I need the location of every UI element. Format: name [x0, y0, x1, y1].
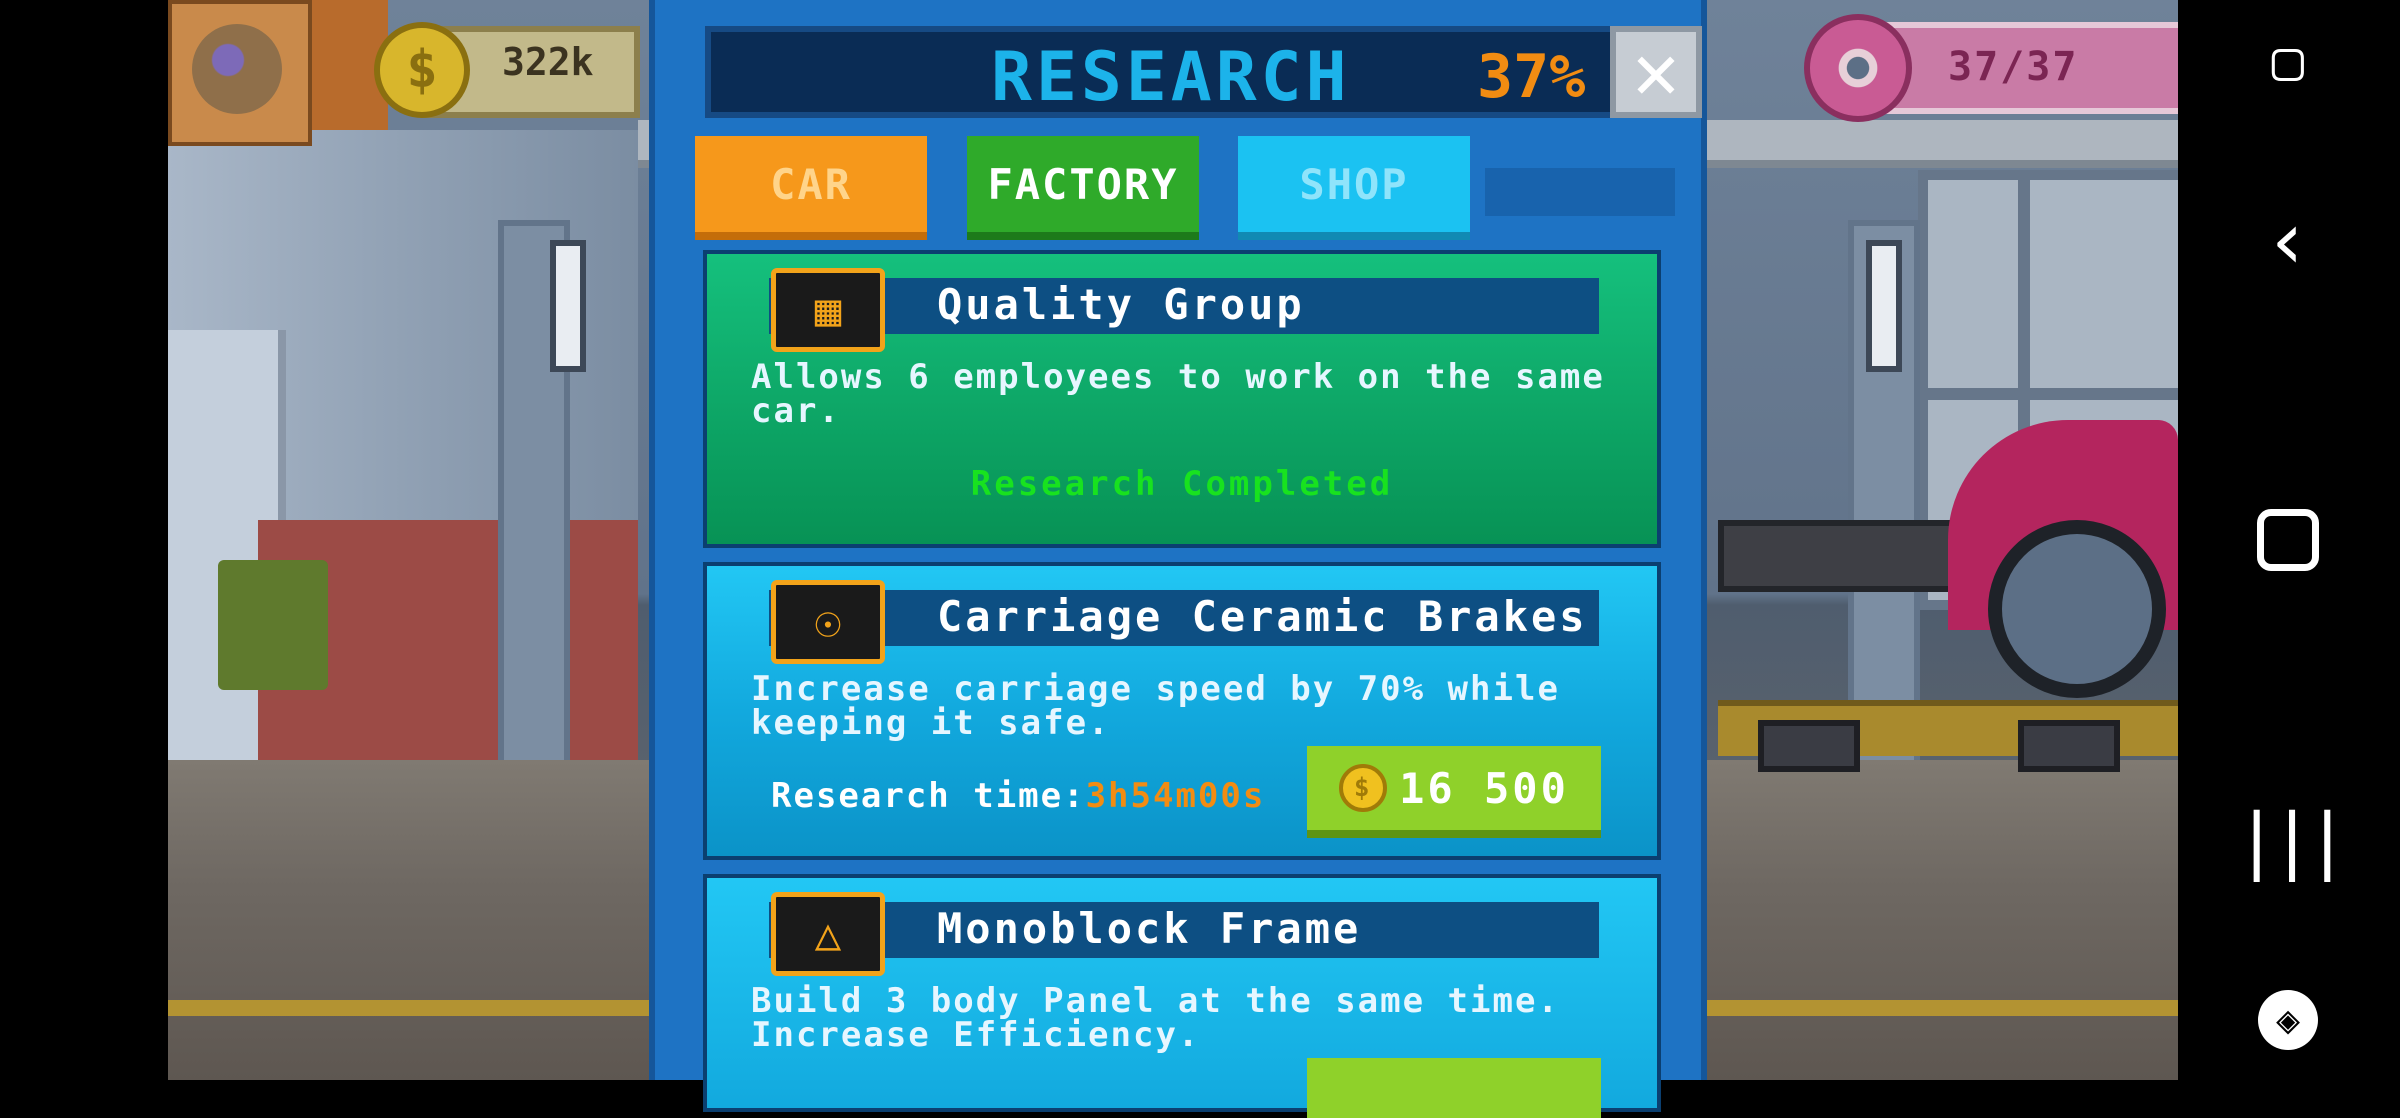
- home-button[interactable]: [2248, 500, 2328, 580]
- system-navigation-bar: ▢ ‹ ||| ◈: [2178, 0, 2400, 1080]
- card-description: Increase carriage speed by 70% while kee…: [751, 669, 1560, 743]
- buy-research-button[interactable]: [1307, 1058, 1601, 1118]
- employees-icon: ▦: [771, 268, 885, 352]
- research-price: 16 500: [1399, 763, 1569, 813]
- car-frame-icon: △: [771, 892, 885, 976]
- card-title: Carriage Ceramic Brakes: [937, 592, 1588, 641]
- research-item-ceramic-brakes[interactable]: ☉ Carriage Ceramic Brakes Increase carri…: [703, 562, 1661, 860]
- tab-strip-decor: [1485, 168, 1675, 216]
- research-item-quality-group[interactable]: ▦ Quality Group Allows 6 employees to wo…: [703, 250, 1661, 548]
- dollar-coin-icon: $: [374, 22, 470, 118]
- donut-value: 37/37: [1948, 44, 2079, 90]
- close-icon: ✕: [1632, 27, 1680, 117]
- wall-lamp: [1866, 240, 1902, 372]
- wall-lamp: [550, 240, 586, 372]
- card-title: Monoblock Frame: [937, 904, 1362, 953]
- coin-icon: $: [1339, 764, 1388, 812]
- assembly-machine: [1718, 520, 1970, 592]
- money-value: 322k: [502, 40, 594, 84]
- worker-avatar[interactable]: [168, 0, 312, 146]
- home-icon: [2257, 509, 2319, 571]
- rail-cart: [2018, 720, 2120, 772]
- research-time: Research time:3h54m00s: [771, 776, 1265, 816]
- research-time-label: Research time:: [771, 776, 1086, 816]
- tab-factory[interactable]: FACTORY: [967, 136, 1199, 240]
- screenshot-touch-icon[interactable]: ▢: [2248, 20, 2328, 100]
- card-description: Allows 6 employees to work on the same c…: [751, 357, 1605, 431]
- brake-disc-icon: ☉: [771, 580, 885, 664]
- game-tools-button[interactable]: ◈: [2248, 980, 2328, 1060]
- back-icon[interactable]: ‹: [2248, 194, 2328, 287]
- tab-car[interactable]: CAR: [695, 136, 927, 240]
- research-item-monoblock-frame[interactable]: △ Monoblock Frame Build 3 body Panel at …: [703, 874, 1661, 1118]
- research-panel: RESEARCH 37% ✕ CAR FACTORY SHOP ▦ Qualit…: [649, 0, 1707, 1118]
- research-title: RESEARCH: [991, 38, 1351, 117]
- research-completed-label: Research Completed: [970, 464, 1394, 504]
- close-button[interactable]: ✕: [1610, 26, 1702, 118]
- avatar-sprite: [192, 24, 282, 114]
- donut-icon: [1804, 14, 1912, 122]
- tab-shop[interactable]: SHOP: [1238, 136, 1470, 240]
- recent-apps-icon[interactable]: |||: [2235, 798, 2349, 882]
- buy-research-button[interactable]: $ 16 500: [1307, 746, 1601, 838]
- rail-cart: [1758, 720, 1860, 772]
- gamepad-icon: ◈: [2258, 990, 2318, 1050]
- hedge-plant: [218, 560, 328, 690]
- research-time-value: 3h54m00s: [1085, 776, 1266, 816]
- research-header: RESEARCH 37%: [705, 26, 1663, 118]
- research-progress-percent: 37%: [1477, 42, 1586, 112]
- car-wheel-arch: [1988, 520, 2166, 698]
- card-description: Build 3 body Panel at the same time. Inc…: [751, 981, 1560, 1055]
- card-title: Quality Group: [937, 280, 1305, 329]
